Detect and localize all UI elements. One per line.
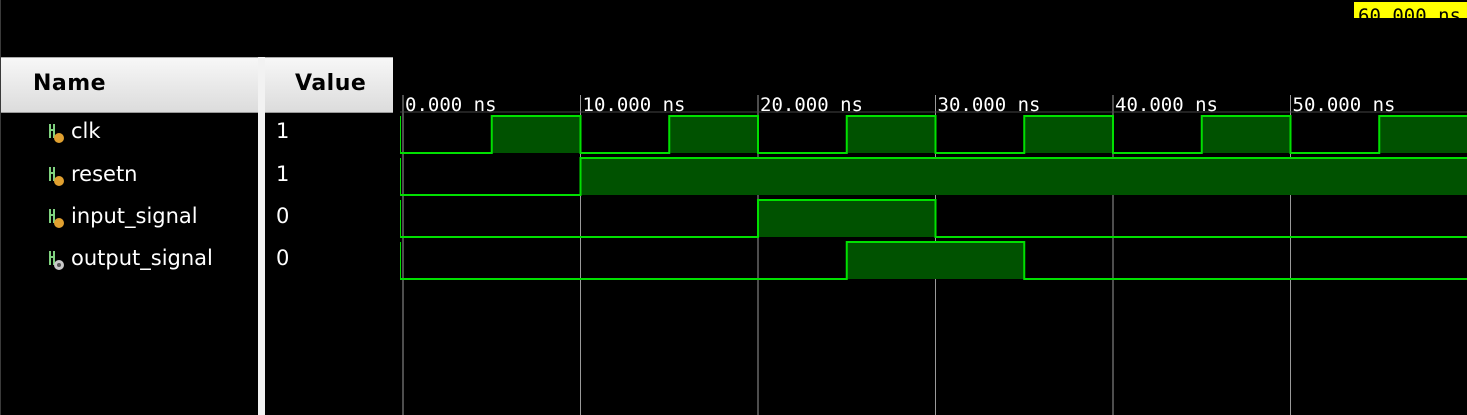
input-port-icon bbox=[49, 167, 64, 186]
time-tick-label: 30.000 ns bbox=[938, 94, 1041, 116]
output-port-icon bbox=[49, 251, 64, 270]
waveform-high-pulse bbox=[1201, 116, 1291, 153]
waveform-high-pulse bbox=[758, 200, 936, 237]
time-tick-label: 20.000 ns bbox=[760, 94, 863, 116]
signal-row-clk[interactable]: clk 1 bbox=[1, 112, 393, 154]
waveform-high-pulse bbox=[846, 116, 936, 153]
waveform-high-pulse bbox=[846, 242, 1025, 279]
time-tick-label: 40.000 ns bbox=[1115, 94, 1218, 116]
time-tick-label: 50.000 ns bbox=[1293, 94, 1396, 116]
time-tick-label: 10.000 ns bbox=[583, 94, 686, 116]
waveform-input_signal[interactable] bbox=[400, 199, 1467, 238]
waveform-resetn[interactable] bbox=[400, 157, 1467, 196]
waveform-high-pulse bbox=[1379, 116, 1467, 153]
signal-row-resetn[interactable]: resetn 1 bbox=[1, 155, 393, 197]
waveform-clk[interactable] bbox=[400, 115, 1467, 154]
column-header: Name Value bbox=[1, 57, 393, 113]
signal-name: clk bbox=[71, 119, 101, 143]
signal-value: 1 bbox=[276, 119, 290, 143]
signal-name: resetn bbox=[71, 162, 138, 186]
waveform-panel[interactable]: 60.000 ns 0.000 ns 10.000 ns 20.000 ns 30.0… bbox=[400, 0, 1467, 415]
waveform-canvas[interactable]: 0.000 ns 10.000 ns 20.000 ns 30.000 ns 40.00… bbox=[400, 0, 1467, 415]
time-tick-label: 0.000 ns bbox=[405, 94, 497, 116]
input-port-icon bbox=[49, 209, 64, 228]
signal-value: 1 bbox=[276, 162, 290, 186]
signal-name: output_signal bbox=[71, 246, 213, 270]
name-column-header[interactable]: Name bbox=[33, 71, 106, 96]
waveform-high-pulse bbox=[580, 158, 1467, 195]
signal-name: input_signal bbox=[71, 204, 198, 228]
signal-row-input-signal[interactable]: input_signal 0 bbox=[1, 197, 393, 239]
input-port-icon bbox=[49, 124, 64, 143]
waveform-high-pulse bbox=[1024, 116, 1113, 153]
signal-names-panel: Name Value clk 1 resetn 1 input_signal 0 bbox=[0, 0, 393, 415]
waveform-output_signal[interactable] bbox=[400, 241, 1467, 280]
signal-value: 0 bbox=[276, 246, 290, 270]
waveform-high-pulse bbox=[491, 116, 581, 153]
value-column-header[interactable]: Value bbox=[295, 71, 366, 96]
signal-row-output-signal[interactable]: output_signal 0 bbox=[1, 239, 393, 281]
waveform-high-pulse bbox=[669, 116, 758, 153]
signal-value: 0 bbox=[276, 204, 290, 228]
